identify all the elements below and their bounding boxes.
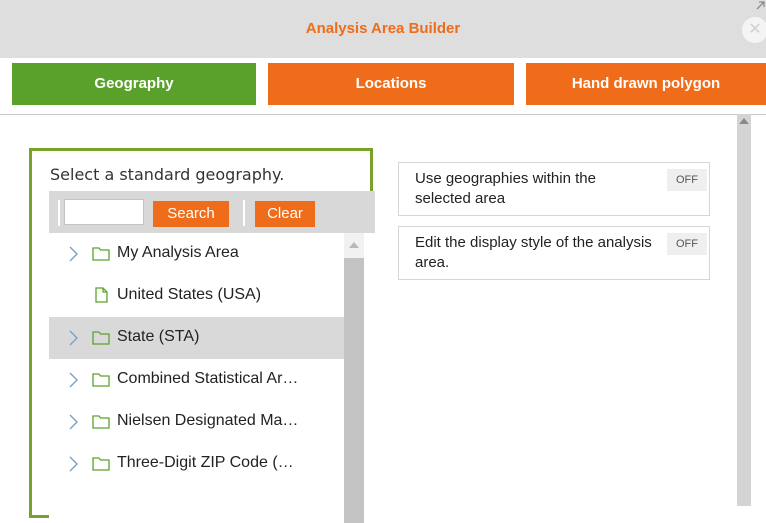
- chevron-right-icon[interactable]: [67, 244, 81, 264]
- tree-item-my-analysis-area[interactable]: My Analysis Area: [49, 233, 344, 275]
- tree-scroll-track[interactable]: [344, 233, 364, 523]
- clear-button[interactable]: Clear: [255, 201, 315, 227]
- tab-geography[interactable]: Geography: [12, 63, 256, 105]
- option-label: Edit the display style of the analysis a…: [415, 234, 652, 271]
- toggle-switch[interactable]: OFF: [667, 233, 707, 255]
- folder-icon: [92, 331, 110, 345]
- button-divider: [243, 200, 245, 226]
- main-scrollbar[interactable]: [737, 114, 751, 506]
- tree-item-united-states[interactable]: United States (USA): [49, 275, 344, 317]
- chevron-right-icon[interactable]: [67, 370, 81, 390]
- option-edit-display-style: Edit the display style of the analysis a…: [398, 226, 710, 280]
- tree-item-label: Nielsen Designated Ma…: [117, 412, 299, 429]
- search-divider: [58, 200, 60, 226]
- folder-icon: [92, 457, 110, 471]
- tree-item-label: State (STA): [117, 328, 200, 345]
- tree-item-label: United States (USA): [117, 286, 262, 303]
- tree-item-state[interactable]: State (STA): [49, 317, 344, 359]
- popout-icon[interactable]: [754, 0, 766, 12]
- folder-icon: [92, 247, 110, 261]
- tree-scroll-thumb[interactable]: [344, 258, 364, 523]
- chevron-right-icon[interactable]: [67, 454, 81, 474]
- tab-bar: Geography Locations Hand drawn polygon: [0, 58, 766, 115]
- tree-item-label: Three-Digit ZIP Code (…: [117, 454, 294, 471]
- tree-item-combined-statistical-area[interactable]: Combined Statistical Ar…: [49, 359, 344, 401]
- tree-item-nielsen-dma[interactable]: Nielsen Designated Ma…: [49, 401, 344, 443]
- folder-icon: [92, 415, 110, 429]
- option-use-geographies-within: Use geographies within the selected area…: [398, 162, 710, 216]
- tab-hand-drawn-polygon[interactable]: Hand drawn polygon: [526, 63, 766, 105]
- geography-tree: My Analysis Area United States (USA) Sta…: [49, 233, 375, 523]
- option-label: Use geographies within the selected area: [415, 170, 596, 207]
- title-bar: Analysis Area Builder ✕: [0, 0, 766, 58]
- tab-locations[interactable]: Locations: [268, 63, 514, 105]
- tree-item-label: Combined Statistical Ar…: [117, 370, 299, 387]
- tree-item-label: My Analysis Area: [117, 244, 239, 261]
- scroll-up-arrow-icon[interactable]: [349, 242, 359, 248]
- close-icon[interactable]: ✕: [742, 17, 766, 43]
- search-input[interactable]: [64, 199, 144, 225]
- toggle-switch[interactable]: OFF: [667, 169, 707, 191]
- tree-scrollbar[interactable]: [344, 233, 375, 523]
- search-button[interactable]: Search: [153, 201, 229, 227]
- geography-panel: Select a standard geography. Search Clea…: [29, 148, 375, 523]
- geography-prompt: Select a standard geography.: [50, 165, 285, 184]
- window-title: Analysis Area Builder: [305, 20, 461, 37]
- search-bar: Search Clear: [49, 191, 375, 233]
- folder-icon: [92, 373, 110, 387]
- scroll-up-arrow-icon[interactable]: [739, 118, 749, 124]
- chevron-right-icon[interactable]: [67, 328, 81, 348]
- tree-item-three-digit-zip[interactable]: Three-Digit ZIP Code (…: [49, 443, 344, 485]
- chevron-right-icon[interactable]: [67, 412, 81, 432]
- file-icon: [95, 287, 108, 303]
